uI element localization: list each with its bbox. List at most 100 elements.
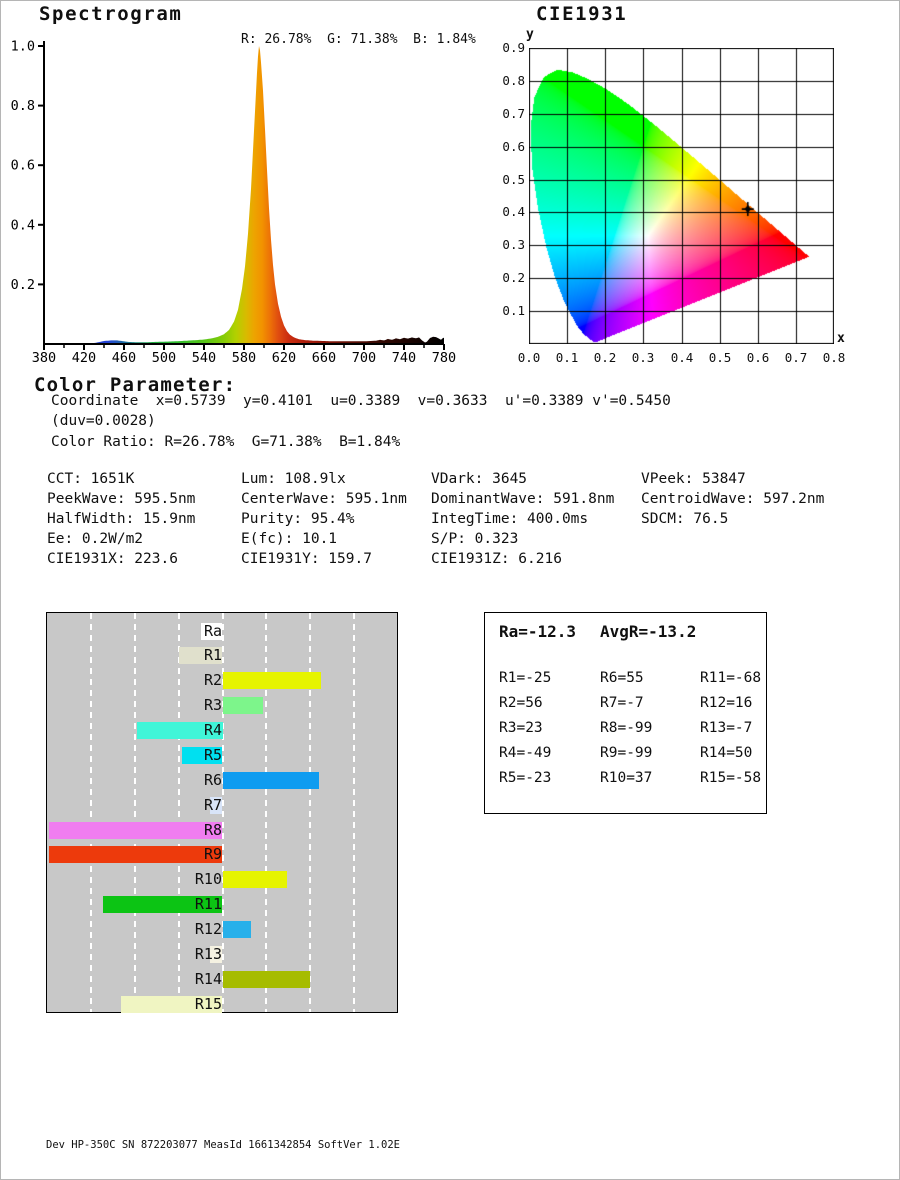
ra-summary-value: Ra=-12.3 bbox=[499, 622, 577, 641]
cie-y-tick: 0.4 bbox=[502, 204, 525, 219]
param-cell: CCT: 1651K bbox=[47, 471, 135, 487]
cri-value-item: R14=50 bbox=[700, 745, 753, 761]
cri-bar-label: R4 bbox=[203, 721, 222, 739]
spec-y-tick: 0.4 bbox=[11, 217, 35, 233]
param-cell: CIE1931Z: 6.216 bbox=[431, 551, 562, 567]
cri-value-item: R6=55 bbox=[600, 670, 644, 686]
cri-value-item: R11=-68 bbox=[700, 670, 762, 686]
param-cell: CentroidWave: 597.2nm bbox=[641, 491, 825, 507]
param-cell: IntegTime: 400.0ms bbox=[431, 511, 589, 527]
cri-values-panel: Ra=-12.3 AvgR=-13.2 R1=-25 R2=56 R3=23 R4=-… bbox=[484, 612, 767, 814]
parameter-grid: CCT: 1651K Lum: 108.9lx VDark: 3645 VPeek: … bbox=[47, 471, 887, 575]
cie-x-tick: 0.4 bbox=[670, 350, 694, 365]
cri-bar-label: R2 bbox=[203, 671, 222, 690]
cri-bar-label: R7 bbox=[203, 795, 222, 814]
cri-value-item: R8=-99 bbox=[600, 720, 653, 736]
cie-y-tick: 0.6 bbox=[502, 139, 525, 154]
cri-bar-label: R1 bbox=[203, 646, 222, 665]
param-cell: CenterWave: 595.1nm bbox=[241, 491, 407, 507]
cri-bar-R9 bbox=[48, 846, 223, 864]
cri-bar-label: R14 bbox=[194, 969, 222, 988]
cie-y-tick: 0.1 bbox=[502, 303, 525, 318]
spec-x-tick: 660 bbox=[312, 350, 336, 366]
spec-x-tick: 780 bbox=[432, 350, 456, 366]
cri-bar-R2 bbox=[222, 672, 321, 690]
cri-value-item: R10=37 bbox=[600, 770, 653, 786]
cri-value-item: R3=23 bbox=[499, 720, 543, 736]
cie-x-tick: 0.0 bbox=[517, 350, 541, 365]
cri-bar-label: R9 bbox=[203, 845, 222, 864]
spec-x-tick: 540 bbox=[192, 350, 216, 366]
cri-value-item: R1=-25 bbox=[499, 670, 552, 686]
spec-y-tick: 0.8 bbox=[11, 98, 35, 114]
cri-value-item: R15=-58 bbox=[700, 770, 762, 786]
measurement-report-page: Spectrogram CIE1931 380 420 460 500 540 580 62… bbox=[0, 0, 900, 1180]
param-cell: PeekWave: 595.5nm bbox=[47, 491, 196, 507]
cri-bar-R3 bbox=[222, 697, 263, 715]
spec-x-tick: 620 bbox=[272, 350, 296, 366]
cie-x-tick: 0.1 bbox=[555, 350, 579, 365]
cri-value-item: R7=-7 bbox=[600, 695, 644, 711]
cie-y-tick: 0.2 bbox=[502, 270, 525, 285]
cri-value-item: R2=56 bbox=[499, 695, 543, 711]
cie-x-tick: 0.5 bbox=[708, 350, 732, 365]
spec-x-tick: 500 bbox=[152, 350, 176, 366]
coordinate-line: Coordinate x=0.5739 y=0.4101 u=0.3389 v=… bbox=[51, 393, 671, 409]
param-cell: SDCM: 76.5 bbox=[641, 511, 729, 527]
param-cell: VDark: 3645 bbox=[431, 471, 528, 487]
cie-x-tick: 0.3 bbox=[631, 350, 655, 365]
cri-bar-label: R11 bbox=[194, 895, 222, 914]
param-cell: CIE1931Y: 159.7 bbox=[241, 551, 372, 567]
spectrogram-svg: 380 420 460 500 540 580 620 660 700 740 780 0.2 0.4 0… bbox=[11, 39, 457, 367]
duv-line: (duv=0.0028) bbox=[51, 413, 156, 429]
cri-value-item: R12=16 bbox=[700, 695, 753, 711]
cri-gridline bbox=[353, 613, 356, 1012]
cri-value-item: R5=-23 bbox=[499, 770, 552, 786]
cie-x-tick: 0.6 bbox=[746, 350, 770, 365]
spec-x-tick: 580 bbox=[232, 350, 256, 366]
cri-bar-label: R12 bbox=[194, 919, 222, 938]
param-cell: Purity: 95.4% bbox=[241, 511, 355, 527]
cie-y-tick: 0.8 bbox=[502, 73, 525, 88]
cri-gridline bbox=[177, 613, 180, 1012]
cie-x-tick: 0.7 bbox=[784, 350, 808, 365]
cri-bar-R12 bbox=[222, 920, 251, 938]
spec-x-tick: 700 bbox=[352, 350, 376, 366]
param-cell: E(fc): 10.1 bbox=[241, 531, 338, 547]
cie-x-axis-label: x bbox=[837, 331, 845, 346]
cri-bar-R10 bbox=[222, 871, 288, 889]
cri-value-item: R4=-49 bbox=[499, 745, 552, 761]
spec-x-tick: 460 bbox=[112, 350, 136, 366]
spectrum-curve bbox=[44, 46, 444, 344]
spec-x-tick: 740 bbox=[392, 350, 416, 366]
param-cell: CIE1931X: 223.6 bbox=[47, 551, 178, 567]
spec-y-tick: 0.6 bbox=[11, 158, 35, 174]
cri-bar-R6 bbox=[222, 771, 319, 789]
cie-y-tick: 0.9 bbox=[502, 40, 525, 55]
cri-bar-chart: Ra R1 R2 R3 R4 R5 R6 R7 R8 R9 R10 R11 R12 R13 R14 R15 bbox=[46, 612, 398, 1013]
spec-x-tick: 380 bbox=[32, 350, 56, 366]
spec-y-tick: 1.0 bbox=[11, 39, 35, 55]
cie-y-tick: 0.5 bbox=[502, 172, 525, 187]
param-cell: Ee: 0.2W/m2 bbox=[47, 531, 144, 547]
color-ratio-line: Color Ratio: R=26.78% G=71.38% B=1.84% bbox=[51, 434, 401, 450]
cie-x-tick: 0.2 bbox=[593, 350, 617, 365]
cri-value-item: R13=-7 bbox=[700, 720, 753, 736]
cri-bar-label: R10 bbox=[194, 870, 222, 889]
cri-bar-label: R15 bbox=[194, 994, 222, 1013]
cie-y-tick: 0.3 bbox=[502, 237, 525, 252]
device-info-footer: Dev HP-350C SN 872203077 MeasId 16613428… bbox=[46, 1139, 401, 1151]
param-cell: Lum: 108.9lx bbox=[241, 471, 346, 487]
avgr-summary-value: AvgR=-13.2 bbox=[600, 622, 697, 641]
cie1931-chart: y x 0.1 0.2 0.3 0.4 0.5 0.6 0.7 0.8 0.9 0.0 0.1 0.2… bbox=[461, 1, 899, 371]
cie-y-axis-label: y bbox=[526, 27, 534, 42]
cri-bar-label: Ra bbox=[203, 621, 222, 640]
cie-x-tick: 0.8 bbox=[822, 350, 846, 365]
cri-gridline bbox=[133, 613, 136, 1012]
param-cell: VPeek: 53847 bbox=[641, 471, 746, 487]
rgb-ratio-annotation: R: 26.78% G: 71.38% B: 1.84% bbox=[241, 32, 476, 47]
cri-bar-label: R5 bbox=[203, 745, 222, 764]
cri-bar-R8 bbox=[48, 821, 223, 839]
spec-x-tick: 420 bbox=[72, 350, 96, 366]
param-cell: HalfWidth: 15.9nm bbox=[47, 511, 196, 527]
